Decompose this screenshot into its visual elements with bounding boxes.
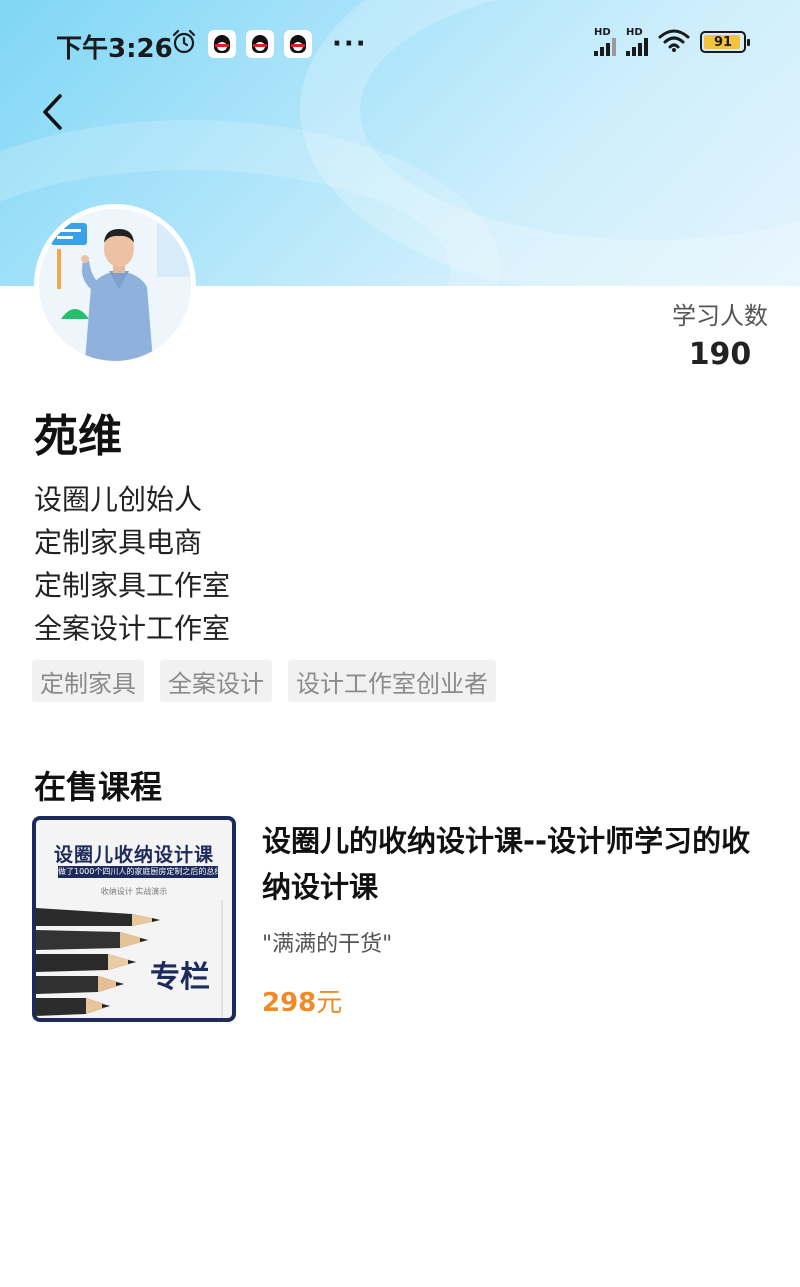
bio-line: 全案设计工作室 xyxy=(34,612,231,645)
alarm-icon xyxy=(170,28,198,60)
cover-subtitle: 做了1000个四川人的家庭厨房定制之后的总结 xyxy=(58,866,218,878)
notification-icons: ··· xyxy=(170,28,368,60)
system-indicators: HD HD 91 xyxy=(594,28,750,56)
battery-level: 91 xyxy=(713,34,733,50)
avatar[interactable] xyxy=(34,204,196,366)
bio-line: 定制家具电商 xyxy=(34,526,203,559)
hd-label: HD xyxy=(594,27,611,38)
cover-title: 设圈儿收纳设计课 xyxy=(53,844,214,866)
instructor-name: 苑维 xyxy=(34,411,122,462)
more-notifications-icon: ··· xyxy=(332,29,368,59)
course-cover-image[interactable]: 设圈儿收纳设计课 做了1000个四川人的家庭厨房定制之后的总结 收纳设计 实战演… xyxy=(32,816,236,1022)
course-card[interactable]: 设圈儿收纳设计课 做了1000个四川人的家庭厨房定制之后的总结 收纳设计 实战演… xyxy=(32,816,772,1022)
back-button[interactable] xyxy=(30,90,74,134)
cellular-signal-icon: HD xyxy=(626,28,648,56)
learner-count: 学习人数 190 xyxy=(672,296,768,372)
cellular-signal-icon: HD xyxy=(594,28,616,56)
bio-line: 设圈儿创始人 xyxy=(34,483,203,516)
hd-label: HD xyxy=(626,27,643,38)
cover-caption: 收纳设计 实战演示 xyxy=(100,887,168,896)
tag: 全案设计 xyxy=(160,660,272,702)
section-title: 在售课程 xyxy=(34,768,163,806)
price-value: 298 xyxy=(262,988,317,1018)
instructor-bio: 设圈儿创始人 定制家具电商 定制家具工作室 全案设计工作室 xyxy=(34,478,230,650)
course-title[interactable]: 设圈儿的收纳设计课--设计师学习的收纳设计课 xyxy=(262,818,762,910)
tag: 设计工作室创业者 xyxy=(288,660,496,702)
tag-list: 定制家具 全案设计 设计工作室创业者 xyxy=(32,660,496,702)
bio-line: 定制家具工作室 xyxy=(34,569,231,602)
price-unit: 元 xyxy=(316,988,343,1018)
status-time: 下午3:26 xyxy=(56,34,173,64)
cover-tag: 专栏 xyxy=(150,960,210,995)
avatar-photo xyxy=(39,209,191,361)
learner-count-value: 190 xyxy=(688,337,752,372)
chevron-left-icon xyxy=(43,94,62,130)
qq-icon xyxy=(284,30,312,58)
learner-count-label: 学习人数 xyxy=(672,302,768,330)
tag: 定制家具 xyxy=(32,660,144,702)
course-price: 298元 xyxy=(262,982,342,1019)
status-bar: 下午3:26 ··· HD HD 91 xyxy=(0,22,800,66)
qq-icon xyxy=(208,30,236,58)
qq-icon xyxy=(246,30,274,58)
course-description: "满满的干货" xyxy=(262,932,393,957)
battery-icon: 91 xyxy=(700,31,750,53)
wifi-icon xyxy=(658,28,690,56)
